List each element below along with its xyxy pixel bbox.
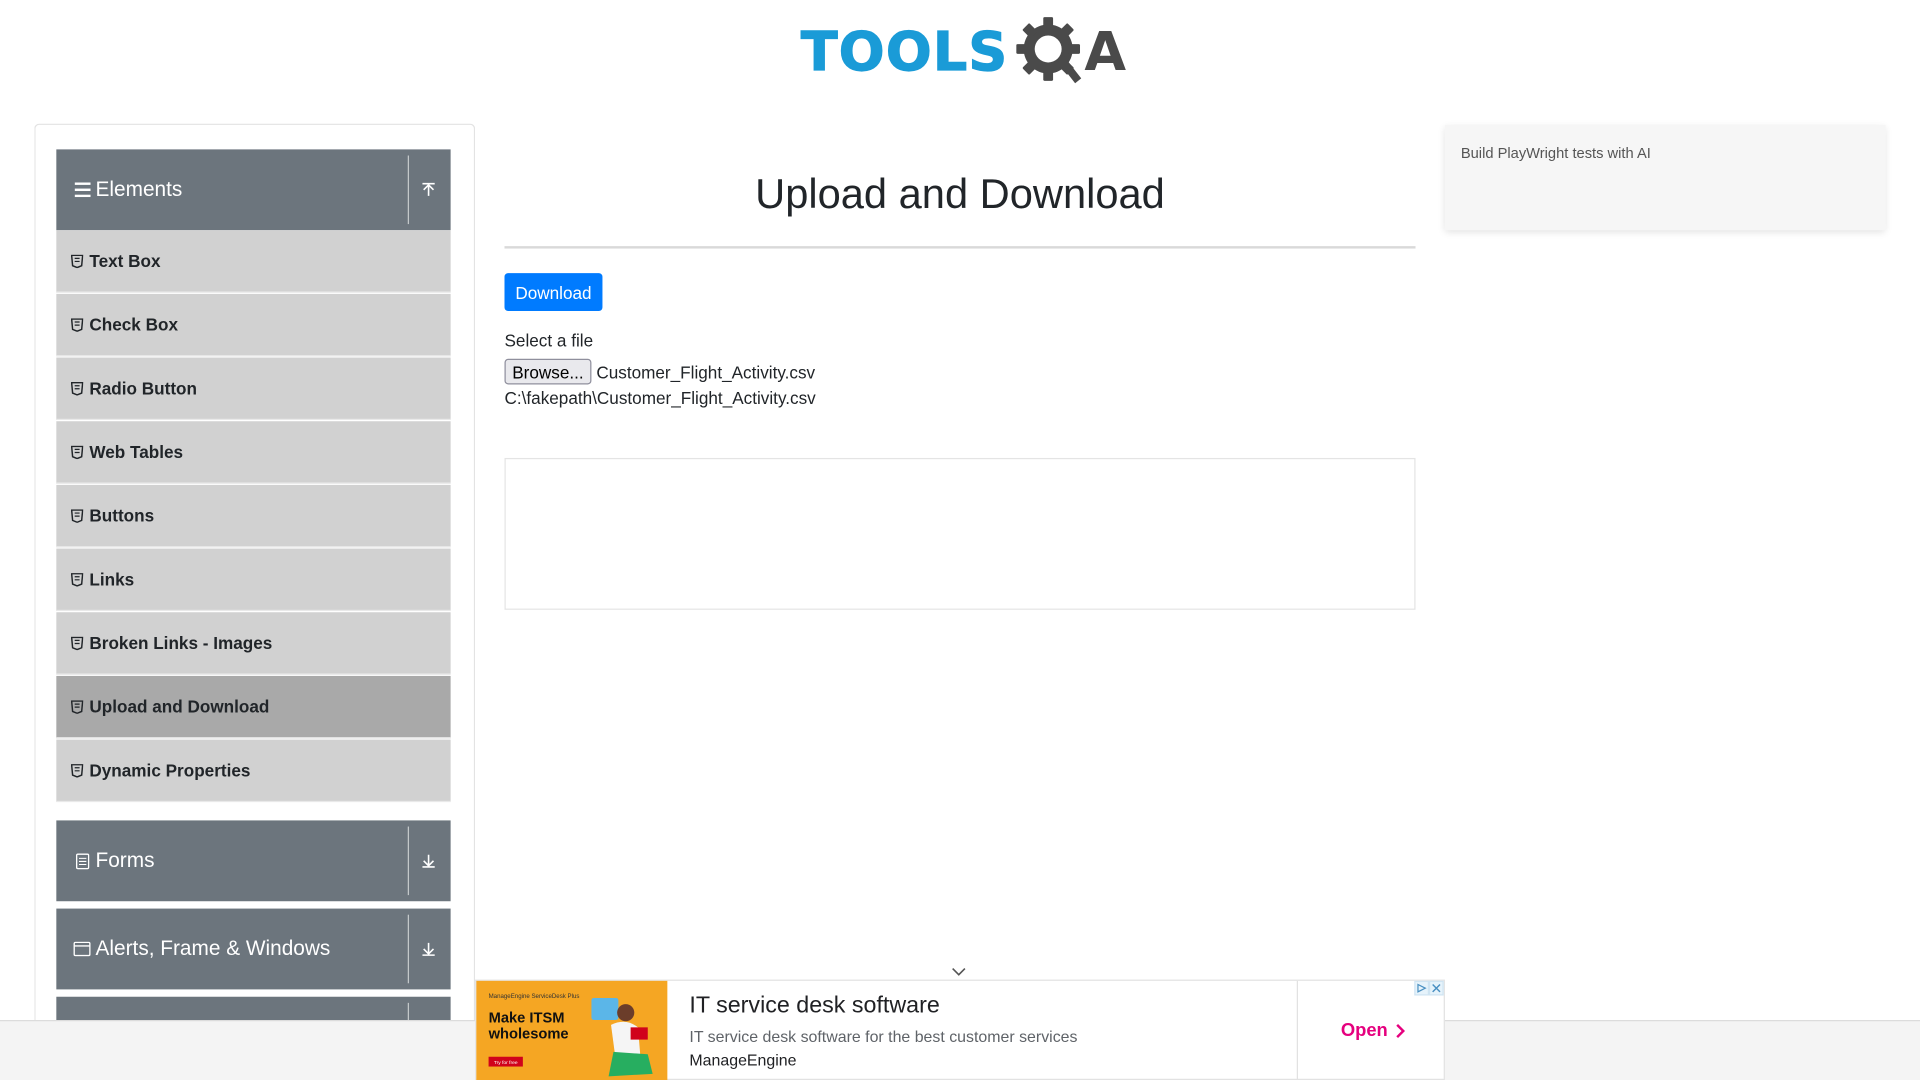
close-icon[interactable] <box>1428 980 1444 996</box>
collapse-up-icon[interactable] <box>414 149 443 230</box>
sidebar-item-label: Radio Button <box>89 378 197 398</box>
browse-button[interactable]: Browse... <box>504 358 592 385</box>
group-label: Elements <box>95 177 183 201</box>
group-label: Forms <box>95 848 155 872</box>
selected-file-name: Customer_Flight_Activity.csv <box>596 362 816 383</box>
ad-choices[interactable] <box>1414 980 1444 996</box>
sidebar-item-label: Web Tables <box>89 442 184 462</box>
html-file-icon <box>71 444 84 459</box>
group-header-alerts[interactable]: Alerts, Frame & Windows <box>56 908 451 990</box>
sidebar-item-dynamic-properties[interactable]: Dynamic Properties <box>56 739 451 803</box>
ad-info-icon[interactable] <box>1414 980 1429 996</box>
html-file-icon <box>71 253 84 268</box>
right-ad-text: Build PlayWright tests with AI <box>1460 144 1651 162</box>
ad-banner[interactable]: ManageEngine ServiceDesk Plus Make ITSM … <box>475 979 1445 1080</box>
ad-placeholder-box <box>504 457 1416 610</box>
divider <box>407 914 409 984</box>
logo-suffix: A <box>1084 20 1127 84</box>
hamburger-icon <box>73 181 91 198</box>
chevron-right-icon <box>1396 1023 1406 1038</box>
sidebar-item-radio-button[interactable]: Radio Button <box>56 357 451 421</box>
toolsqa-logo[interactable]: TOOLS A <box>800 15 1127 91</box>
ad-open-label: Open <box>1340 1020 1388 1041</box>
page-title: Upload and Download <box>755 171 1165 218</box>
ad-advertiser: ManageEngine <box>689 1050 797 1069</box>
chevron-down-icon[interactable] <box>950 961 967 976</box>
sidebar: Elements Text Box Check Box Radio Button… <box>34 123 476 1080</box>
sidebar-item-label: Links <box>89 569 135 589</box>
sidebar-item-broken-links[interactable]: Broken Links - Images <box>56 612 451 675</box>
ad-description: IT service desk software for the best cu… <box>689 1027 1078 1046</box>
group-header-elements[interactable]: Elements <box>56 149 451 231</box>
sidebar-item-label: Upload and Download <box>89 696 270 717</box>
html-file-icon <box>71 508 84 523</box>
html-file-icon <box>71 572 84 587</box>
page: TOOLS A Elements Text Box Check Box Radi… <box>0 0 1920 1080</box>
title-divider <box>504 246 1416 249</box>
logo-text: TOOLS <box>800 20 1009 84</box>
right-ad-card[interactable]: Build PlayWright tests with AI <box>1444 124 1886 231</box>
person-illustration-icon <box>591 997 653 1077</box>
sidebar-item-buttons[interactable]: Buttons <box>56 484 451 548</box>
group-header-forms[interactable]: Forms <box>56 820 451 902</box>
html-file-icon <box>71 699 84 714</box>
window-icon <box>73 940 91 957</box>
sidebar-item-check-box[interactable]: Check Box <box>56 293 451 357</box>
download-button[interactable]: Download <box>504 273 603 312</box>
ad-image-brand: ManageEngine ServiceDesk Plus <box>488 993 580 1001</box>
sidebar-item-label: Check Box <box>89 314 178 335</box>
divider <box>407 155 409 225</box>
sidebar-item-upload-download[interactable]: Upload and Download <box>56 675 451 739</box>
sidebar-item-label: Broken Links - Images <box>89 633 273 653</box>
expand-down-icon[interactable] <box>414 909 443 990</box>
ad-open-button[interactable]: Open <box>1341 1020 1406 1041</box>
divider <box>1296 980 1298 1080</box>
sidebar-item-label: Text Box <box>89 251 161 271</box>
sidebar-item-label: Buttons <box>89 505 155 526</box>
document-icon <box>73 852 90 869</box>
select-file-label: Select a file <box>504 330 594 351</box>
ad-image-headline: Make ITSM wholesome <box>488 1008 569 1043</box>
html-file-icon <box>71 636 84 651</box>
html-file-icon <box>71 317 84 332</box>
html-file-icon <box>71 763 84 778</box>
uploaded-file-path: C:\fakepath\Customer_Flight_Activity.csv <box>504 388 816 408</box>
gear-magnifier-icon <box>1013 15 1089 91</box>
ad-title[interactable]: IT service desk software <box>689 993 939 1020</box>
expand-down-icon[interactable] <box>414 820 443 901</box>
html-file-icon <box>71 381 84 396</box>
ad-image[interactable]: ManageEngine ServiceDesk Plus Make ITSM … <box>476 980 668 1080</box>
group-label: Alerts, Frame & Windows <box>95 936 331 961</box>
ad-image-button: Try for free <box>488 1056 523 1067</box>
sidebar-item-web-tables[interactable]: Web Tables <box>56 421 451 484</box>
sidebar-item-label: Dynamic Properties <box>89 760 251 781</box>
sidebar-item-text-box[interactable]: Text Box <box>56 230 451 293</box>
divider <box>407 826 409 896</box>
sidebar-item-links[interactable]: Links <box>56 548 451 612</box>
